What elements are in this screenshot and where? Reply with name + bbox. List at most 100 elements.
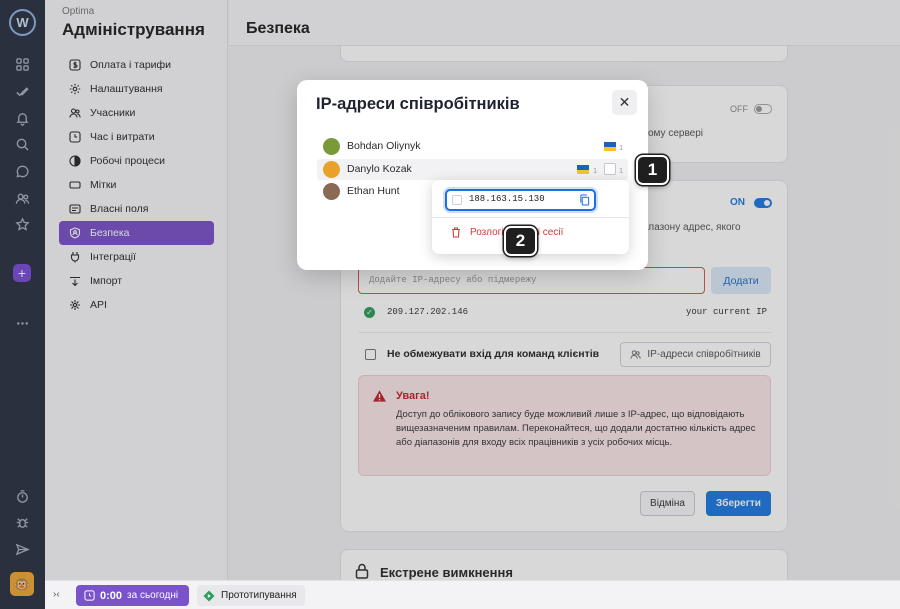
toggle-on-label: ON xyxy=(730,197,745,208)
sidebar-item-label: Час і витрати xyxy=(90,131,155,143)
employee-row[interactable]: Bohdan Oliynyk 1 xyxy=(317,136,628,157)
search-icon[interactable] xyxy=(11,133,33,155)
send-icon[interactable] xyxy=(11,538,33,560)
api-icon xyxy=(68,299,81,312)
server-toggle[interactable] xyxy=(754,104,772,114)
chat-icon[interactable] xyxy=(11,160,33,182)
warning-title: Увага! xyxy=(396,390,430,402)
no-limit-checkbox[interactable] xyxy=(365,349,376,360)
page-header: Безпека xyxy=(229,0,900,46)
previous-card xyxy=(340,46,788,62)
avatar xyxy=(323,183,340,200)
star-icon[interactable] xyxy=(11,213,33,235)
divider xyxy=(358,332,771,333)
sidebar-item-workflows[interactable]: Робочі процеси xyxy=(59,149,214,173)
emergency-title: Екстрене вимкнення xyxy=(380,565,513,580)
ip-input[interactable]: Додайте IP-адресу або підмережу xyxy=(358,267,705,294)
sidebar-item-label: Імпорт xyxy=(90,275,123,287)
select-checkbox[interactable] xyxy=(452,195,462,205)
close-icon: ✕ xyxy=(618,94,631,110)
import-icon xyxy=(68,275,81,288)
copy-icon[interactable] xyxy=(579,194,590,206)
sidebar-item-settings[interactable]: Налаштування xyxy=(59,77,214,101)
close-button[interactable]: ✕ xyxy=(612,90,637,115)
modal-title: IP-адреси співробітників xyxy=(316,95,520,113)
employee-ips-button[interactable]: IP-адреси співробітників xyxy=(620,342,771,367)
sidebar-item-security[interactable]: Безпека xyxy=(59,221,214,245)
sidebar-item-label: Власні поля xyxy=(90,203,149,215)
sidebar-item-label: Налаштування xyxy=(90,83,163,95)
ukraine-flag-icon xyxy=(604,142,616,151)
avatar[interactable]: 🐵 xyxy=(10,572,34,596)
add-ip-button[interactable]: Додати xyxy=(711,267,771,294)
ip-count: 1 xyxy=(619,143,624,152)
employee-name: Bohdan Oliynyk xyxy=(347,140,421,152)
workflow-icon xyxy=(68,155,81,168)
collapse-sidebar-button[interactable]: ›‹ xyxy=(53,589,60,600)
toggle-off-label: OFF xyxy=(730,104,748,114)
save-button[interactable]: Зберегти xyxy=(706,491,771,516)
sidebar-item-label: Безпека xyxy=(90,227,130,239)
avatar xyxy=(323,138,340,155)
users-icon xyxy=(68,107,81,120)
check-circle-icon: ✓ xyxy=(364,307,375,318)
ip-count: 1 xyxy=(593,166,598,175)
warning-box: Увага! Доступ до облікового запису буде … xyxy=(358,375,771,476)
workspace-logo[interactable]: W xyxy=(9,9,36,36)
timer-suffix: за сьогодні xyxy=(127,590,179,601)
sidebar-item-import[interactable]: Імпорт xyxy=(59,269,214,293)
callout-badge: 2 xyxy=(504,226,537,256)
lock-icon xyxy=(355,563,369,579)
employee-ips-label: IP-адреси співробітників xyxy=(647,349,761,360)
create-button[interactable]: + xyxy=(13,264,31,282)
play-icon xyxy=(203,590,215,601)
section-title: Адміністрування xyxy=(62,20,205,39)
users-icon[interactable] xyxy=(11,187,33,209)
grid-icon[interactable] xyxy=(11,53,33,75)
sidebar-item-custom-fields[interactable]: Власні поля xyxy=(59,197,214,221)
cancel-button[interactable]: Відміна xyxy=(640,491,695,516)
gear-icon xyxy=(68,83,81,96)
org-name: Optima xyxy=(62,6,95,17)
ip-list-item: ✓ 209.127.202.146 your current IP xyxy=(360,306,772,322)
more-icon[interactable] xyxy=(11,312,33,334)
tag-icon xyxy=(68,179,81,192)
stopwatch-icon xyxy=(84,590,95,601)
sidebar-item-time[interactable]: Час і витрати xyxy=(59,125,214,149)
admin-sidebar: Optima Адміністрування Оплата і тарифи Н… xyxy=(45,0,228,580)
check-icon[interactable] xyxy=(11,80,33,102)
server-desc: ому сервері xyxy=(648,128,703,139)
warning-text: Доступ до облікового запису буде можливи… xyxy=(396,409,756,448)
session-checkbox[interactable] xyxy=(604,163,616,175)
ip-restriction-desc: іапазону адрес, якого xyxy=(641,222,741,233)
callout-badge: 1 xyxy=(636,155,669,185)
current-ip-note: your current IP xyxy=(685,307,767,317)
timer-value: 0:00 xyxy=(100,589,123,602)
sidebar-item-integrations[interactable]: Інтеграції xyxy=(59,245,214,269)
sidebar-item-tags[interactable]: Мітки xyxy=(59,173,214,197)
bell-icon[interactable] xyxy=(11,107,33,129)
ip-address-field[interactable]: 188.163.15.130 xyxy=(445,189,596,211)
trash-icon xyxy=(452,227,460,238)
app-rail: W + 🐵 xyxy=(0,0,45,609)
sidebar-item-api[interactable]: API xyxy=(59,293,214,317)
employee-row[interactable]: Danylo Kozak 1 1 xyxy=(317,159,628,180)
sidebar-item-label: Учасники xyxy=(90,107,136,119)
time-tracker[interactable]: 0:00 за сьогодні xyxy=(76,585,189,606)
divider xyxy=(432,217,629,218)
current-project[interactable]: Прототипування xyxy=(197,585,305,606)
page-title: Безпека xyxy=(246,20,310,37)
fields-icon xyxy=(68,203,81,216)
session-count: 1 xyxy=(619,166,624,175)
sidebar-item-members[interactable]: Учасники xyxy=(59,101,214,125)
timer-icon[interactable] xyxy=(11,485,33,507)
ip-restriction-toggle[interactable] xyxy=(754,198,772,208)
users-icon xyxy=(630,350,641,359)
sidebar-item-billing[interactable]: Оплата і тарифи xyxy=(59,53,214,77)
employee-name: Ethan Hunt xyxy=(347,185,400,197)
bug-icon[interactable] xyxy=(11,511,33,533)
project-label: Прототипування xyxy=(221,590,297,601)
sidebar-item-label: Оплата і тарифи xyxy=(90,59,172,71)
sidebar-item-label: Мітки xyxy=(90,179,117,191)
avatar xyxy=(323,161,340,178)
